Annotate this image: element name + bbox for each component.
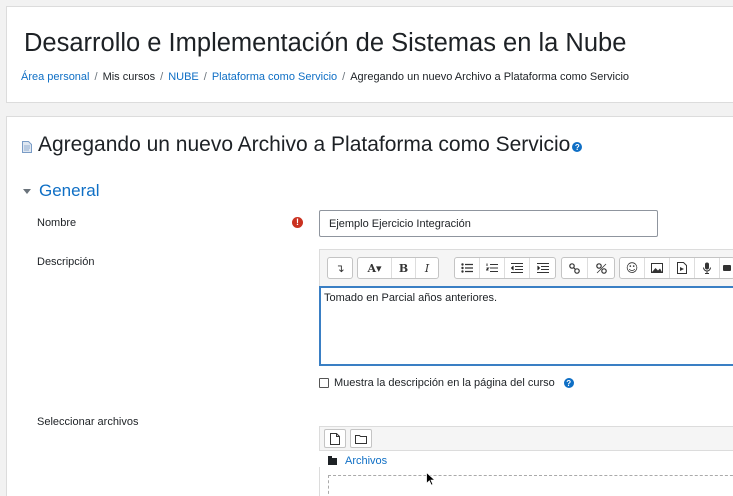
toolbar-group-4: [561, 257, 615, 279]
breadcrumb-item-plataforma[interactable]: Plataforma como Servicio: [212, 71, 337, 83]
folder-icon: [328, 455, 337, 465]
breadcrumb-item-nube[interactable]: NUBE: [168, 71, 199, 83]
toolbar-group-3: [454, 257, 556, 279]
question-circle-icon[interactable]: ?: [572, 142, 583, 152]
file-dropzone[interactable]: [319, 467, 733, 496]
course-title: Desarrollo e Implementación de Sistemas …: [24, 29, 627, 57]
unordered-list-icon: [461, 263, 473, 273]
add-file-button[interactable]: [324, 429, 346, 448]
toolbar-group-1: ↴: [327, 257, 353, 279]
collapse-button[interactable]: ↴: [328, 258, 352, 278]
filemanager-path: Archivos: [328, 455, 387, 467]
show-description-row: Muestra la descripción en la página del …: [319, 377, 574, 389]
dropzone-area[interactable]: [328, 475, 733, 496]
filemanager-toolbar: [319, 426, 733, 451]
toolbar-group-2: A▾ B I: [357, 257, 439, 279]
file-add-icon: [330, 432, 340, 445]
unlink-icon: [595, 262, 607, 274]
media-file-icon: [677, 262, 687, 274]
page-title: Agregando un nuevo Archivo a Plataforma …: [38, 133, 571, 156]
link-button[interactable]: [562, 258, 588, 278]
breadcrumb-item-mis-cursos: Mis cursos: [102, 71, 156, 83]
toolbar-group-5: ☺: [619, 257, 733, 279]
outdent-icon: [511, 263, 523, 273]
image-button[interactable]: [645, 258, 670, 278]
files-path-link[interactable]: Archivos: [345, 455, 387, 467]
breadcrumb-item-area-personal[interactable]: Área personal: [21, 71, 90, 83]
chevron-down-icon: [23, 188, 31, 194]
outdent-button[interactable]: [505, 258, 530, 278]
unlink-button[interactable]: [588, 258, 614, 278]
media-button[interactable]: [670, 258, 695, 278]
create-folder-button[interactable]: [350, 429, 372, 448]
description-label: Descripción: [37, 256, 95, 268]
unordered-list-button[interactable]: [455, 258, 480, 278]
name-input[interactable]: [319, 210, 658, 237]
page-header: Desarrollo e Implementación de Sistemas …: [6, 6, 733, 103]
page-heading: Agregando un nuevo Archivo a Plataforma …: [22, 133, 583, 157]
image-icon: [651, 263, 663, 273]
italic-button[interactable]: I: [416, 258, 438, 278]
section-title: General: [39, 181, 100, 200]
name-label: Nombre: [37, 217, 77, 229]
indent-button[interactable]: [530, 258, 555, 278]
show-description-label: Muestra la descripción en la página del …: [334, 377, 555, 389]
editor-toolbar: ↴ A▾ B I ☺: [319, 249, 733, 286]
folder-icon: [355, 434, 367, 444]
emoji-button[interactable]: ☺: [620, 258, 645, 278]
breadcrumb-item-current: Agregando un nuevo Archivo a Plataforma …: [350, 71, 630, 83]
question-circle-icon[interactable]: ?: [563, 378, 574, 388]
microphone-icon: [703, 262, 711, 274]
section-general-toggle[interactable]: General: [23, 181, 99, 201]
ordered-list-button[interactable]: [480, 258, 505, 278]
ordered-list-icon: [486, 263, 498, 272]
bold-button[interactable]: B: [392, 258, 416, 278]
show-description-checkbox[interactable]: [319, 378, 329, 388]
video-camera-icon: [723, 265, 731, 271]
record-video-button[interactable]: [720, 258, 733, 278]
breadcrumb: Área personal / Mis cursos / NUBE / Plataforma…: [21, 71, 630, 83]
file-icon: [22, 140, 32, 153]
description-editor[interactable]: Tomado en Parcial años anteriores.: [319, 286, 733, 366]
link-icon: [569, 262, 580, 274]
font-style-button[interactable]: A▾: [358, 258, 392, 278]
exclamation-circle-icon: !: [292, 217, 303, 228]
indent-icon: [536, 263, 549, 273]
mouse-cursor-icon: [426, 472, 436, 486]
files-label: Seleccionar archivos: [37, 416, 139, 428]
record-audio-button[interactable]: [695, 258, 720, 278]
